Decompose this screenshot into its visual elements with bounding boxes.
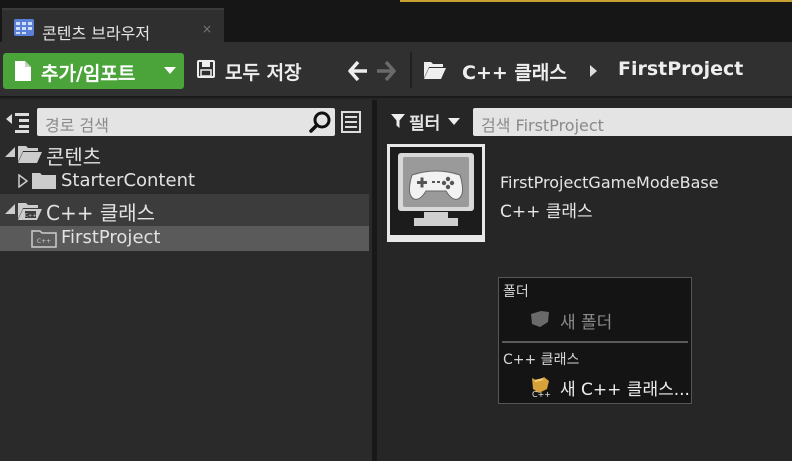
forward-arrow-icon[interactable] bbox=[376, 60, 396, 82]
tab-content-browser[interactable]: 콘텐츠 브라우저 × bbox=[2, 8, 224, 43]
view-options-icon[interactable] bbox=[341, 111, 361, 133]
asset-name: FirstProjectGameModeBase bbox=[500, 173, 719, 192]
chevron-down-icon bbox=[448, 118, 460, 125]
new-folder-menu-item[interactable]: 새 폴더 bbox=[501, 304, 689, 336]
svg-text:C++: C++ bbox=[25, 213, 37, 219]
toolbar: 추가/임포트 모두 저장 C++ 클래스 FirstProject bbox=[0, 42, 792, 98]
tab-title: 콘텐츠 브라우저 bbox=[42, 24, 151, 43]
tree-item-firstproject[interactable]: C++ FirstProject bbox=[0, 226, 369, 251]
filter-label: 필터 bbox=[409, 114, 441, 134]
folder-icon bbox=[32, 173, 56, 189]
expanded-arrow-icon[interactable] bbox=[4, 146, 16, 158]
expanded-arrow-icon[interactable] bbox=[4, 203, 16, 215]
asset-tile[interactable] bbox=[387, 144, 485, 242]
chevron-down-icon bbox=[164, 67, 176, 74]
tree-item-label: StarterContent bbox=[61, 170, 196, 191]
save-icon bbox=[197, 60, 215, 78]
svg-text:C++: C++ bbox=[37, 238, 51, 245]
sources-panel: 경로 검색 콘텐츠 StarterContent C++ C++ 클래스 C++… bbox=[0, 100, 372, 461]
toolbar-divider bbox=[410, 52, 412, 88]
new-folder-icon bbox=[531, 311, 549, 327]
search-icon[interactable] bbox=[309, 111, 331, 133]
tree-item-startercontent[interactable]: StarterContent bbox=[0, 168, 369, 194]
save-all-label: 모두 저장 bbox=[225, 62, 302, 84]
filter-icon bbox=[391, 114, 405, 128]
new-cpp-class-menu-item[interactable]: C++ 새 C++ 클래스... bbox=[501, 372, 690, 402]
tab-close-icon[interactable]: × bbox=[202, 22, 212, 36]
menu-separator bbox=[502, 341, 688, 343]
collapsed-arrow-icon[interactable] bbox=[18, 174, 28, 188]
breadcrumb-leaf[interactable]: FirstProject bbox=[618, 58, 743, 80]
chevron-right-icon[interactable] bbox=[590, 65, 597, 77]
new-document-icon bbox=[15, 61, 31, 81]
breadcrumb-root[interactable]: C++ 클래스 bbox=[462, 58, 567, 85]
tab-strip-accent bbox=[400, 0, 792, 2]
asset-search-input[interactable]: 검색 FirstProject bbox=[473, 108, 792, 136]
tree-item-label: FirstProject bbox=[61, 227, 161, 248]
add-import-button[interactable]: 추가/임포트 bbox=[3, 53, 184, 89]
open-folder-icon[interactable] bbox=[423, 60, 447, 80]
filter-button[interactable]: 필터 bbox=[377, 100, 469, 140]
context-menu: 폴더 새 폴더 C++ 클래스 C++ 새 C++ 클래스... bbox=[498, 277, 692, 404]
back-arrow-icon[interactable] bbox=[348, 60, 368, 82]
tree-item-content[interactable]: 콘텐츠 bbox=[0, 140, 369, 169]
content-browser-icon bbox=[14, 19, 34, 36]
cpp-folder-icon: C++ bbox=[31, 230, 57, 248]
cpp-folder-icon: C++ bbox=[18, 203, 42, 220]
open-folder-icon bbox=[18, 146, 42, 163]
asset-search-placeholder: 검색 FirstProject bbox=[481, 116, 604, 135]
collapse-tree-icon[interactable] bbox=[5, 111, 31, 133]
new-cpp-class-icon: C++ bbox=[532, 377, 551, 399]
menu-section-header: C++ 클래스 bbox=[503, 352, 580, 368]
asset-thumbnail bbox=[390, 147, 482, 235]
menu-section-header: 폴더 bbox=[503, 284, 529, 300]
tree-item-label: 콘텐츠 bbox=[46, 145, 102, 169]
gamepad-monitor-icon bbox=[398, 153, 474, 226]
tab-strip: 콘텐츠 브라우저 × bbox=[0, 0, 792, 43]
svg-text:C++: C++ bbox=[532, 390, 551, 399]
tree-item-cpp-classes[interactable]: C++ C++ 클래스 bbox=[0, 194, 369, 226]
asset-type: C++ 클래스 bbox=[500, 202, 593, 222]
path-search-placeholder: 경로 검색 bbox=[45, 116, 109, 135]
path-search-input[interactable]: 경로 검색 bbox=[37, 108, 335, 136]
menu-item-label: 새 폴더 bbox=[560, 313, 613, 333]
tree-item-label: C++ 클래스 bbox=[46, 201, 156, 225]
menu-item-label: 새 C++ 클래스... bbox=[560, 380, 690, 400]
add-import-label: 추가/임포트 bbox=[41, 63, 136, 85]
